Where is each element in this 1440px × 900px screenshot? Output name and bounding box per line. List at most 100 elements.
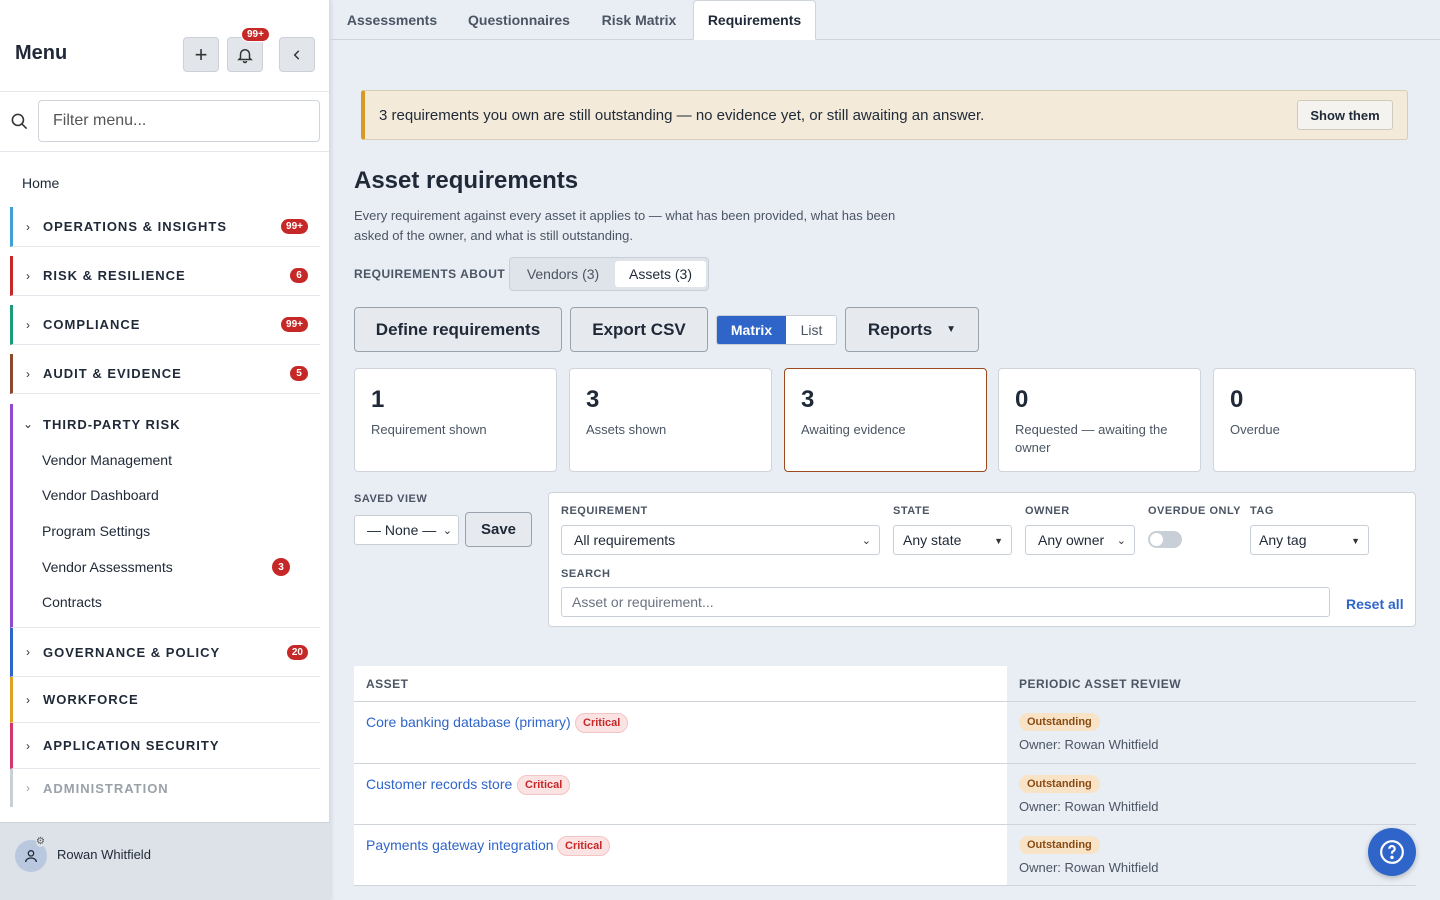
saved-view-select[interactable]: — None — ⌄ (354, 515, 459, 545)
segment-assets[interactable]: Assets (3) (615, 261, 706, 287)
tag-filter-value: Any tag (1259, 532, 1307, 548)
sidebar-section-appsec[interactable]: › APPLICATION SECURITY (10, 723, 320, 769)
owner-filter-value: Any owner (1038, 532, 1105, 548)
save-view-button[interactable]: Save (465, 512, 532, 547)
saved-view-label: SAVED VIEW (354, 493, 428, 505)
sidebar-section-operations[interactable]: › OPERATIONS & INSIGHTS 99+ (10, 207, 320, 247)
review-cell[interactable]: Outstanding Owner: Rowan Whitfield (1007, 702, 1416, 763)
requirement-filter-label: REQUIREMENT (561, 505, 648, 517)
owner-filter-select[interactable]: Any owner ⌄ (1025, 525, 1135, 555)
stat-value: 0 (1230, 386, 1244, 413)
asset-link[interactable]: Customer records store (366, 776, 512, 792)
overdue-only-label: OVERDUE ONLY (1148, 505, 1242, 517)
overdue-only-toggle[interactable] (1148, 531, 1182, 548)
requirements-about-switch: Vendors (3) Assets (3) (509, 257, 709, 291)
requirements-about-label: REQUIREMENTS ABOUT (354, 267, 506, 281)
asset-cell: Payments gateway integration Critical (354, 825, 1007, 885)
section-badge: 5 (290, 366, 308, 381)
gear-icon: ⚙ (36, 836, 45, 847)
search-filter-label: SEARCH (561, 568, 611, 580)
stat-label: Overdue (1230, 422, 1280, 437)
section-label: APPLICATION SECURITY (43, 738, 220, 753)
stat-value: 0 (1015, 386, 1029, 413)
filters-panel: REQUIREMENT All requirements ⌄ STATE Any… (548, 492, 1416, 627)
sidebar-section-compliance[interactable]: › COMPLIANCE 99+ (10, 305, 320, 345)
saved-view-value: — None — (367, 522, 437, 538)
section-badge: 99+ (281, 317, 308, 332)
sidebar-item-contracts[interactable]: Contracts (42, 594, 102, 610)
search-input[interactable] (561, 587, 1330, 617)
bell-icon (237, 48, 253, 63)
sidebar-item-vendor-dashboard[interactable]: Vendor Dashboard (42, 487, 159, 503)
user-icon (25, 850, 37, 863)
search-icon (11, 113, 28, 130)
chevron-right-icon: › (26, 645, 30, 659)
reset-all-link[interactable]: Reset all (1346, 596, 1404, 612)
section-label: ADMINISTRATION (43, 780, 169, 796)
show-them-button[interactable]: Show them (1297, 100, 1393, 130)
criticality-badge: Critical (517, 775, 571, 795)
sidebar: Menu + 99+ Home › OPERATIONS & INSIGHTS … (0, 0, 330, 900)
state-filter-select[interactable]: Any state ▼ (893, 525, 1012, 555)
stat-value: 3 (801, 386, 815, 413)
list-view-button[interactable]: List (786, 316, 837, 344)
view-toggle: Matrix List (716, 315, 837, 345)
reports-label: Reports (867, 319, 933, 339)
filter-menu-input[interactable] (38, 100, 320, 142)
column-header-asset: ASSET (354, 666, 1007, 702)
matrix-view-button[interactable]: Matrix (717, 316, 786, 344)
tab-risk-matrix[interactable]: Risk Matrix (584, 0, 694, 40)
sidebar-section-risk[interactable]: › RISK & RESILIENCE 6 (10, 256, 320, 296)
section-badge: 20 (286, 644, 308, 660)
tag-filter-select[interactable]: Any tag ▼ (1250, 525, 1369, 555)
asset-link[interactable]: Payments gateway integration (366, 837, 554, 853)
chevron-right-icon: › (26, 781, 30, 795)
sidebar-section-audit[interactable]: › AUDIT & EVIDENCE 5 (10, 354, 320, 394)
chevron-left-icon (293, 49, 300, 60)
stat-overdue[interactable]: 0 Overdue (1213, 368, 1416, 472)
tab-requirements[interactable]: Requirements (693, 0, 816, 40)
stat-awaiting-evidence[interactable]: 3 Awaiting evidence (784, 368, 987, 472)
caret-down-icon: ▼ (946, 324, 957, 335)
alert-text: 3 requirements you own are still outstan… (379, 107, 985, 124)
tab-questionnaires[interactable]: Questionnaires (454, 0, 584, 40)
requirement-filter-select[interactable]: All requirements ⌄ (561, 525, 880, 555)
state-filter-label: STATE (893, 505, 930, 517)
export-csv-button[interactable]: Export CSV (570, 307, 708, 352)
add-button[interactable]: + (183, 37, 219, 72)
sidebar-item-vendor-assessments[interactable]: Vendor Assessments (42, 559, 173, 575)
chevron-down-icon: ⌄ (861, 535, 871, 547)
owner-text: Owner: Rowan Whitfield (1019, 737, 1159, 752)
help-icon (1380, 840, 1404, 864)
column-header-periodic-review[interactable]: PERIODIC ASSET REVIEW (1007, 666, 1416, 702)
chevron-right-icon: › (26, 738, 30, 753)
asset-link[interactable]: Core banking database (primary) (366, 714, 571, 730)
sidebar-section-governance[interactable]: › GOVERNANCE & POLICY 20 (10, 628, 320, 677)
reports-button[interactable]: Reports ▼ (845, 307, 979, 352)
define-requirements-button[interactable]: Define requirements (354, 307, 562, 352)
section-label: OPERATIONS & INSIGHTS (43, 219, 227, 234)
tag-filter-label: TAG (1250, 505, 1274, 517)
sidebar-item-vendor-management[interactable]: Vendor Management (42, 452, 172, 468)
help-button[interactable] (1368, 828, 1416, 876)
segment-vendors[interactable]: Vendors (3) (514, 261, 612, 287)
tab-assessments[interactable]: Assessments (330, 0, 454, 40)
toggle-knob (1150, 533, 1163, 546)
review-cell[interactable]: Outstanding Owner: Rowan Whitfield (1007, 825, 1416, 885)
table-row: Payments gateway integration Critical Ou… (354, 825, 1416, 886)
state-filter-value: Any state (903, 532, 962, 548)
sidebar-search (0, 92, 329, 152)
stat-requested-awaiting-owner[interactable]: 0 Requested — awaiting the owner (998, 368, 1201, 472)
stat-assets-shown: 3 Assets shown (569, 368, 772, 472)
stat-value: 3 (586, 386, 600, 413)
review-cell[interactable]: Outstanding Owner: Rowan Whitfield (1007, 764, 1416, 824)
sidebar-item-program-settings[interactable]: Program Settings (42, 523, 150, 539)
chevron-down-icon: ⌄ (1116, 535, 1126, 547)
sidebar-section-workforce[interactable]: › WORKFORCE (10, 677, 320, 723)
outstanding-alert: 3 requirements you own are still outstan… (361, 90, 1408, 140)
notifications-button[interactable] (227, 37, 263, 72)
collapse-sidebar-button[interactable] (279, 37, 315, 72)
sidebar-item-home[interactable]: Home (22, 175, 59, 191)
chevron-right-icon: › (26, 317, 30, 332)
chevron-down-icon: ⌄ (442, 525, 452, 537)
